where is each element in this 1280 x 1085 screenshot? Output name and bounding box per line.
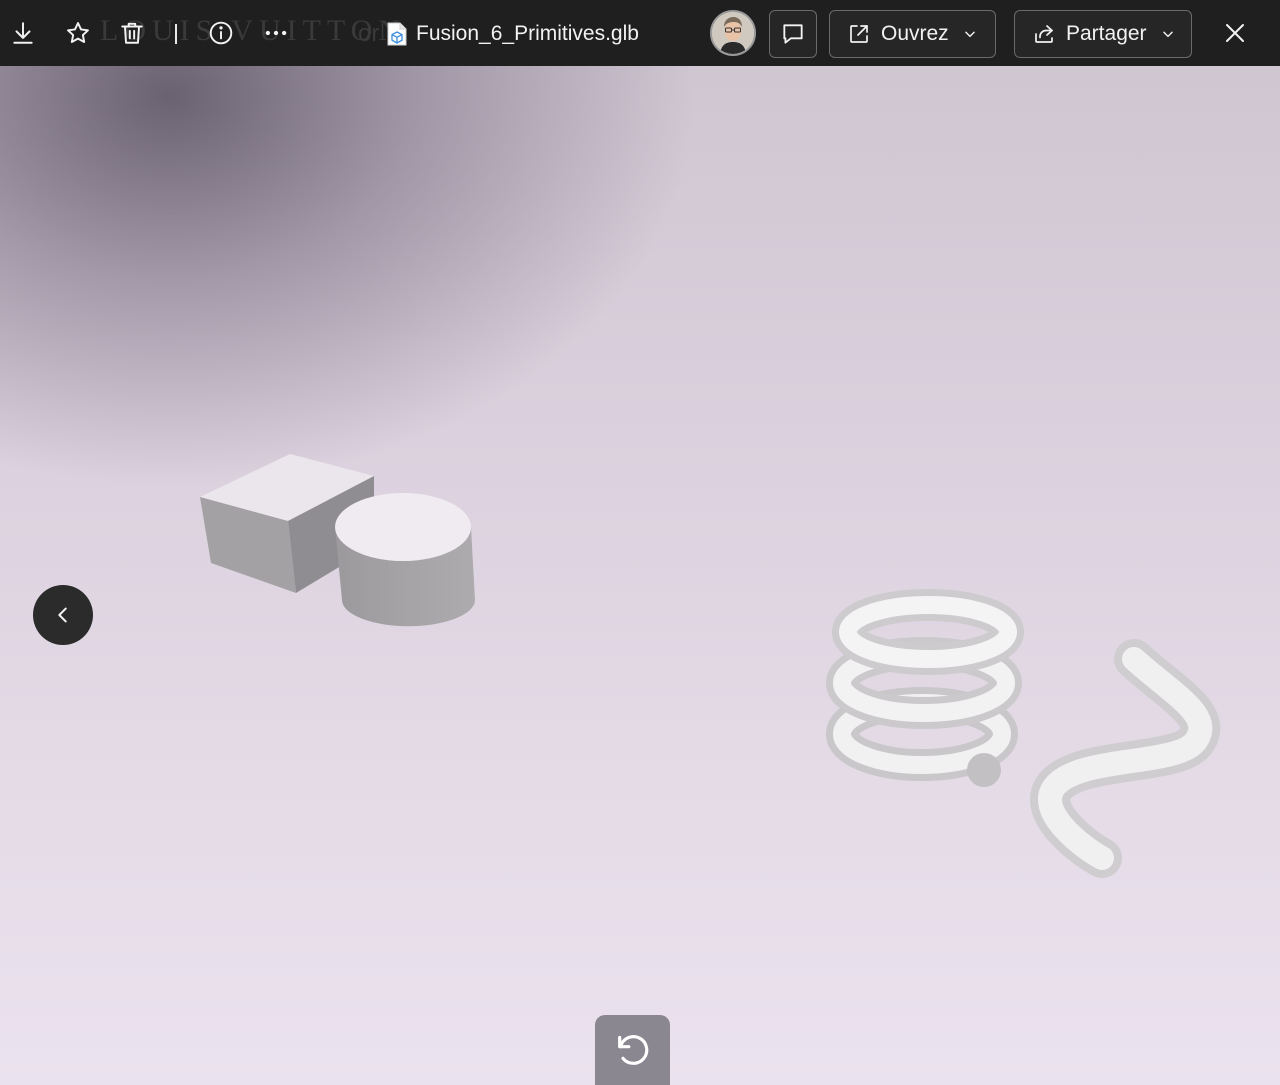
- share-button[interactable]: Partager: [1014, 10, 1192, 58]
- toolbar-divider: [175, 24, 177, 44]
- trash-icon[interactable]: [116, 17, 148, 49]
- file-name: Fusion_6_Primitives.glb: [416, 22, 639, 45]
- avatar[interactable]: [710, 10, 756, 56]
- 3d-file-icon: [387, 22, 407, 46]
- curved-tube-primitive: [1030, 639, 1221, 878]
- reset-view-button[interactable]: [595, 1015, 670, 1085]
- background-brand-suffix: or: [358, 20, 380, 47]
- chevron-left-icon: [58, 607, 67, 623]
- close-icon: [1226, 24, 1244, 42]
- coil-spring-primitive: [826, 589, 1024, 787]
- more-icon[interactable]: [260, 17, 292, 49]
- top-toolbar: LOUIS VUITTON or Fusion_6_Primitives.glb…: [0, 0, 1280, 66]
- file-title: Fusion_6_Primitives.glb: [386, 19, 639, 49]
- chevron-down-icon: [1162, 31, 1173, 38]
- open-button[interactable]: Ouvrez: [829, 10, 996, 58]
- share-button-label: Partager: [1066, 22, 1147, 45]
- 3d-scene: [200, 454, 1221, 878]
- comment-button[interactable]: [769, 10, 817, 58]
- comment-icon: [783, 24, 803, 44]
- chevron-down-icon: [964, 31, 975, 38]
- reset-view-icon: [617, 1035, 648, 1065]
- previous-button[interactable]: [33, 585, 93, 645]
- share-icon: [1035, 25, 1053, 43]
- info-icon[interactable]: [205, 17, 237, 49]
- 3d-viewport[interactable]: [0, 66, 1280, 1085]
- open-button-label: Ouvrez: [881, 22, 949, 45]
- download-icon[interactable]: [7, 17, 39, 49]
- cylinder-primitive: [335, 493, 475, 627]
- open-external-icon: [850, 25, 868, 43]
- close-button[interactable]: [1214, 12, 1256, 54]
- star-icon[interactable]: [62, 17, 94, 49]
